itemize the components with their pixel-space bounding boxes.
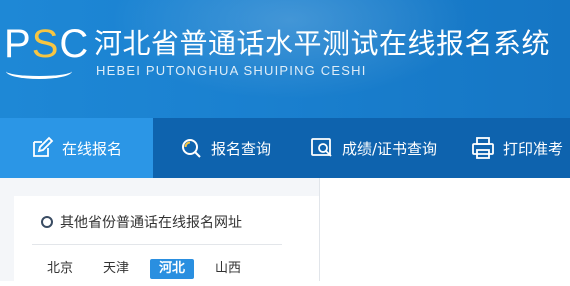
- province-link-tianjin[interactable]: 天津: [94, 259, 138, 279]
- panel-divider: [32, 244, 282, 245]
- nav-label: 报名查询: [211, 139, 272, 158]
- main-nav: 在线报名 报名查询 成绩/证书查询 打印准考: [0, 118, 570, 178]
- nav-label: 成绩/证书查询: [342, 139, 438, 158]
- site-subtitle: HEBEI PUTONGHUA SHUIPING CESHI: [96, 63, 367, 78]
- nav-online-registration[interactable]: 在线报名: [0, 118, 153, 178]
- certificate-search-icon: [310, 136, 334, 160]
- nav-label: 打印准考: [503, 139, 564, 158]
- nav-label: 在线报名: [62, 139, 123, 158]
- nav-registration-query[interactable]: 报名查询: [179, 118, 271, 178]
- nav-score-certificate-query[interactable]: 成绩/证书查询: [310, 118, 437, 178]
- psc-logo[interactable]: PSC: [4, 24, 88, 80]
- province-link-beijing[interactable]: 北京: [38, 259, 82, 279]
- logo-text: PSC: [4, 22, 90, 66]
- province-list: 北京 天津 河北 山西: [38, 259, 262, 279]
- province-link-shanxi[interactable]: 山西: [206, 259, 250, 279]
- site-title: 河北省普通话水平测试在线报名系统: [94, 27, 551, 60]
- nav-print-admission[interactable]: 打印准考: [471, 118, 563, 178]
- logo-book-base: [6, 68, 72, 79]
- panel-title: 其他省份普通话在线报名网址: [60, 215, 242, 231]
- printer-icon: [471, 136, 495, 160]
- search-icon: [179, 136, 203, 160]
- edit-icon: [30, 136, 54, 160]
- header-banner: PSC 河北省普通话水平测试在线报名系统 HEBEI PUTONGHUA SHU…: [0, 0, 570, 118]
- province-link-hebei[interactable]: 河北: [150, 259, 195, 279]
- circle-bullet-icon: [41, 216, 53, 228]
